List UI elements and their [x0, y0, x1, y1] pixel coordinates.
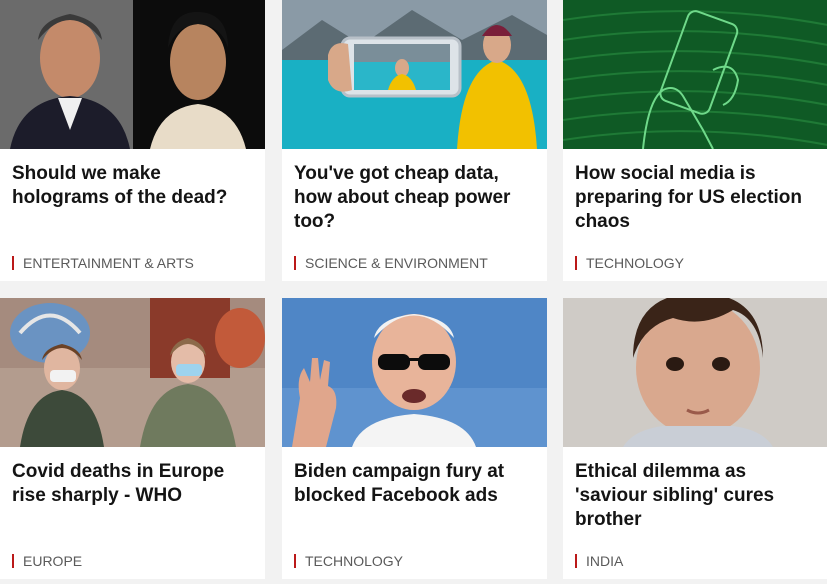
story-section-link[interactable]: TECHNOLOGY [294, 554, 403, 568]
young-child-portrait-image [563, 298, 827, 447]
story-section-link[interactable]: SCIENCE & ENVIRONMENT [294, 256, 488, 270]
story-headline[interactable]: Covid deaths in Europe rise sharply - WH… [12, 460, 252, 508]
story-grid: Should we make holograms of the dead? EN… [0, 0, 827, 584]
story-card[interactable]: Should we make holograms of the dead? EN… [0, 0, 265, 281]
story-image-social-media[interactable] [563, 0, 827, 149]
story-image-holograms[interactable] [0, 0, 265, 149]
story-card[interactable]: Biden campaign fury at blocked Facebook … [282, 298, 547, 579]
story-headline[interactable]: Biden campaign fury at blocked Facebook … [294, 460, 534, 508]
two-men-portraits-image [0, 0, 265, 149]
story-image-cheap-power[interactable] [282, 0, 547, 149]
story-headline[interactable]: Should we make holograms of the dead? [12, 162, 252, 210]
story-card[interactable]: Ethical dilemma as 'saviour sibling' cur… [563, 298, 827, 579]
story-card[interactable]: You've got cheap data, how about cheap p… [282, 0, 547, 281]
masked-women-moscow-image [0, 298, 265, 447]
man-sunglasses-waving-image [282, 298, 547, 447]
phone-selfie-lake-image [282, 0, 547, 149]
green-hand-phone-image [563, 0, 827, 149]
story-image-biden-ads[interactable] [282, 298, 547, 447]
story-card[interactable]: How social media is preparing for US ele… [563, 0, 827, 281]
story-card[interactable]: Covid deaths in Europe rise sharply - WH… [0, 298, 265, 579]
story-section-link[interactable]: EUROPE [12, 554, 82, 568]
story-image-covid-europe[interactable] [0, 298, 265, 447]
story-headline[interactable]: You've got cheap data, how about cheap p… [294, 162, 534, 234]
story-image-saviour-sibling[interactable] [563, 298, 827, 447]
story-section-link[interactable]: TECHNOLOGY [575, 256, 684, 270]
story-headline[interactable]: Ethical dilemma as 'saviour sibling' cur… [575, 460, 815, 532]
story-headline[interactable]: How social media is preparing for US ele… [575, 162, 815, 234]
story-section-link[interactable]: INDIA [575, 554, 623, 568]
story-section-link[interactable]: ENTERTAINMENT & ARTS [12, 256, 194, 270]
